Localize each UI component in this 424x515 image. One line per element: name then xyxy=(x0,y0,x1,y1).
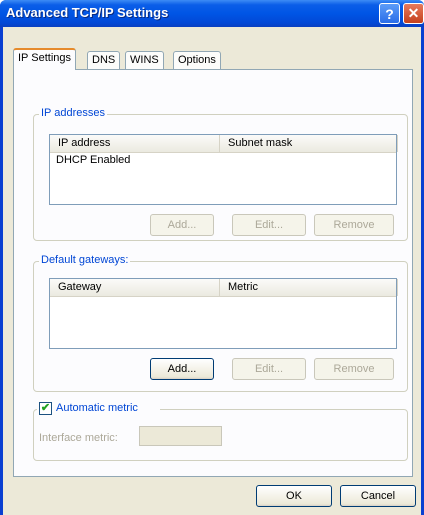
tab-label: DNS xyxy=(92,54,116,66)
tab-dns[interactable]: DNS xyxy=(87,51,121,69)
ip-addresses-group-label: IP addresses xyxy=(39,107,108,119)
tab-label: WINS xyxy=(130,54,159,66)
tab-label: IP Settings xyxy=(18,52,71,64)
tab-options[interactable]: Options xyxy=(173,51,221,69)
gateway-edit-button[interactable]: Edit... xyxy=(232,358,306,380)
gateway-remove-button[interactable]: Remove xyxy=(314,358,394,380)
close-button[interactable]: ✕ xyxy=(403,3,424,24)
tab-wins[interactable]: WINS xyxy=(125,51,164,69)
ip-addresses-list[interactable]: IP address Subnet mask DHCP Enabled xyxy=(49,134,398,205)
ok-button[interactable]: OK xyxy=(256,485,332,507)
column-header-gateway[interactable]: Gateway xyxy=(50,279,220,296)
close-icon: ✕ xyxy=(407,5,420,21)
window-title: Advanced TCP/IP Settings xyxy=(6,5,169,20)
ip-addresses-list-header: IP address Subnet mask xyxy=(50,135,398,153)
interface-metric-label: Interface metric: xyxy=(39,432,118,444)
title-bar[interactable]: Advanced TCP/IP Settings ? ✕ xyxy=(0,0,424,27)
list-item[interactable]: DHCP Enabled xyxy=(56,154,130,166)
tab-ip-settings[interactable]: IP Settings xyxy=(13,48,76,70)
automatic-metric-checkbox[interactable]: ✔ xyxy=(39,402,52,415)
cancel-button[interactable]: Cancel xyxy=(340,485,416,507)
column-header-metric[interactable]: Metric xyxy=(220,279,398,296)
default-gateways-group-label: Default gateways: xyxy=(39,254,131,266)
interface-metric-input[interactable] xyxy=(139,426,222,446)
column-header-subnet-mask[interactable]: Subnet mask xyxy=(220,135,398,152)
help-icon: ? xyxy=(385,5,394,22)
ip-add-button[interactable]: Add... xyxy=(150,214,214,236)
help-button[interactable]: ? xyxy=(379,3,400,24)
checkmark-icon: ✔ xyxy=(40,402,51,414)
automatic-metric-label[interactable]: Automatic metric xyxy=(56,402,138,414)
ip-edit-button[interactable]: Edit... xyxy=(232,214,306,236)
column-header-ip-address[interactable]: IP address xyxy=(50,135,220,152)
gateway-add-button[interactable]: Add... xyxy=(150,358,214,380)
ip-remove-button[interactable]: Remove xyxy=(314,214,394,236)
default-gateways-list-header: Gateway Metric xyxy=(50,279,398,297)
dialog-window: Advanced TCP/IP Settings ? ✕ IP Settings… xyxy=(0,0,424,515)
default-gateways-list[interactable]: Gateway Metric xyxy=(49,278,398,349)
dialog-client-area: IP Settings DNS WINS Options IP address … xyxy=(3,27,421,515)
tab-label: Options xyxy=(178,54,216,66)
automatic-metric-checkbox-container[interactable]: ✔ Automatic metric xyxy=(37,401,160,416)
tab-panel-ip-settings: IP address Subnet mask DHCP Enabled Add.… xyxy=(13,69,413,477)
